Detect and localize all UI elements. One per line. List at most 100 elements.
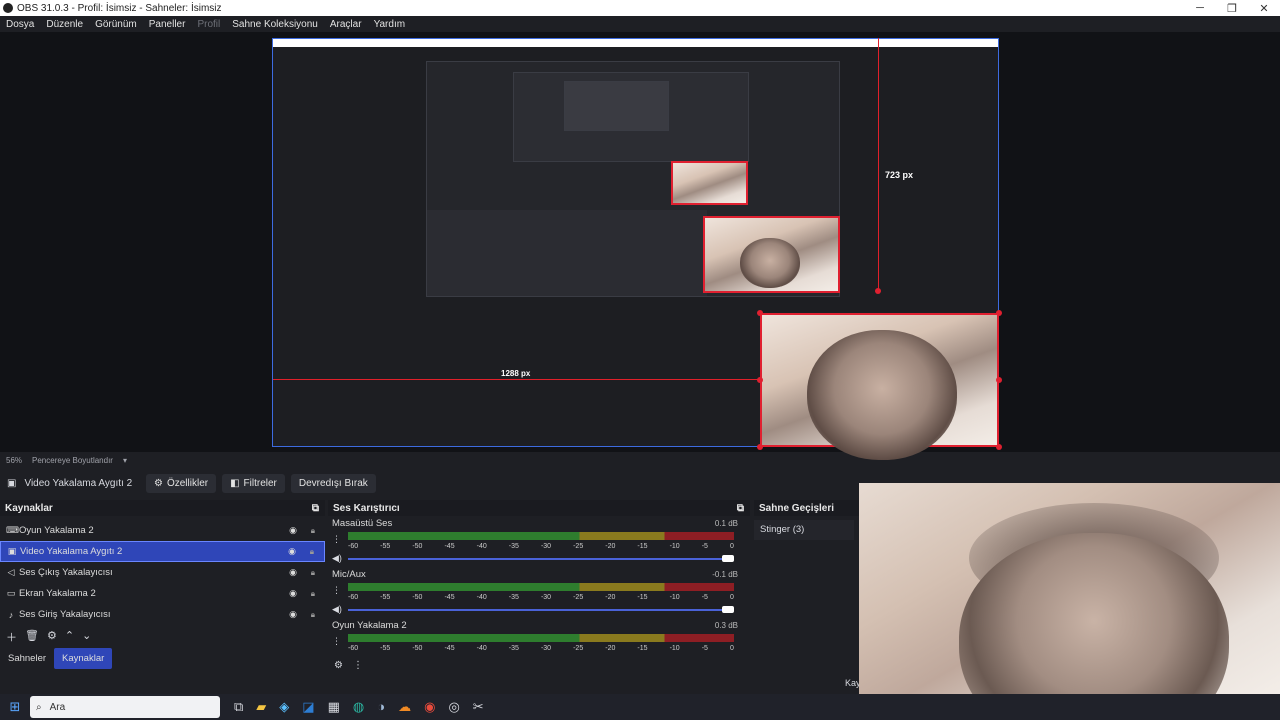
mixer-channel: Masaüstü Ses 0.1 dB ⋮ -60 -55 -50 -45 -40 -35…: [328, 516, 750, 567]
volume-meter: [348, 583, 734, 591]
snip-icon[interactable]: ✂: [473, 699, 484, 715]
deactivate-button[interactable]: Devredışı Bırak: [290, 473, 376, 493]
lock-icon[interactable]: 🔒︎: [311, 610, 315, 620]
lock-icon[interactable]: 🔒︎: [311, 568, 315, 578]
resize-handle-right[interactable]: [996, 377, 1002, 383]
chevron-down-icon[interactable]: ⌄: [82, 629, 91, 645]
scale-tick: -50: [412, 645, 423, 652]
search-placeholder: Ara: [49, 701, 66, 713]
minimize-button[interactable]: ─: [1184, 2, 1216, 15]
resize-handle-top-right[interactable]: [996, 310, 1002, 316]
resize-handle-top-left[interactable]: [757, 310, 763, 316]
slider-knob[interactable]: [722, 555, 734, 562]
obs-icon[interactable]: ◎: [448, 699, 459, 715]
gear-icon[interactable]: ⚙: [47, 629, 57, 645]
undock-icon[interactable]: ⧉: [312, 503, 319, 514]
scale-tick: -60: [348, 594, 359, 601]
source-item-selected[interactable]: ▣ Video Yakalama Aygıtı 2 ◉ 🔒︎: [0, 541, 325, 562]
more-icon[interactable]: ⋮: [332, 636, 341, 647]
trash-icon[interactable]: 🗑︎: [25, 629, 39, 645]
chevron-down-icon[interactable]: ▾: [123, 456, 127, 465]
store-icon[interactable]: ▦: [328, 699, 340, 715]
add-icon[interactable]: ＋: [6, 629, 17, 645]
menu-paneller[interactable]: Paneller: [143, 19, 192, 30]
audio-mixer-dock: Ses Karıştırıcı ⧉ Masaüstü Ses 0.1 dB ⋮ …: [328, 500, 750, 671]
maximize-button[interactable]: ❐: [1216, 2, 1248, 15]
preview-status: 56% Pencereye Boyutlandır ▾: [0, 452, 1280, 468]
volume-slider[interactable]: [348, 606, 734, 613]
tab-sources[interactable]: Kaynaklar: [54, 648, 113, 669]
eye-icon[interactable]: ◉: [289, 567, 297, 578]
deactivate-label: Devredışı Bırak: [298, 477, 368, 489]
scale-tick: -35: [508, 543, 519, 550]
folder-icon[interactable]: ▰: [256, 699, 266, 715]
filters-label: Filtreler: [243, 477, 277, 489]
speaker-icon[interactable]: ◀): [332, 604, 342, 615]
nested-docks: [427, 210, 707, 296]
more-icon[interactable]: ⋮: [332, 585, 341, 596]
lock-icon[interactable]: 🔒︎: [310, 547, 314, 557]
menu-gorunum[interactable]: Görünüm: [89, 19, 143, 30]
eye-icon[interactable]: ◉: [288, 546, 296, 557]
menu-yardim[interactable]: Yardım: [368, 19, 412, 30]
close-button[interactable]: ✕: [1248, 2, 1280, 15]
speaker-icon[interactable]: ◀): [332, 553, 342, 564]
resize-handle-top[interactable]: [875, 288, 881, 294]
properties-button[interactable]: ⚙ Özellikler: [146, 473, 217, 493]
taskbar-search[interactable]: ⌕ Ara: [30, 696, 220, 718]
more-icon[interactable]: ⋮: [353, 660, 363, 671]
menu-profil[interactable]: Profil: [191, 19, 226, 30]
eye-icon[interactable]: ◉: [289, 609, 297, 620]
zoom-mode-dropdown[interactable]: Pencereye Boyutlandır: [32, 456, 113, 465]
tab-scenes[interactable]: Sahneler: [0, 648, 54, 669]
outlook-icon[interactable]: ◪: [302, 699, 314, 715]
mic-icon: ♪: [8, 609, 14, 620]
more-icon[interactable]: ⋮: [332, 534, 341, 545]
steam-icon[interactable]: ◑: [377, 699, 385, 715]
scale-tick: -10: [669, 645, 680, 652]
chrome-icon[interactable]: ◉: [424, 699, 435, 715]
selected-camera-source[interactable]: [760, 313, 999, 460]
resize-handle-left[interactable]: [757, 377, 763, 383]
menu-dosya[interactable]: Dosya: [0, 19, 40, 30]
source-item[interactable]: ◁ Ses Çıkış Yakalayıcısı ◉ 🔒︎: [0, 562, 325, 583]
taskbar-apps: ⧉ ▰ ◈ ◪ ▦ ◍ ◑ ☁ ◉ ◎ ✂: [234, 699, 484, 715]
task-view-icon[interactable]: ⧉: [234, 699, 243, 715]
scale-tick: -5: [701, 594, 708, 601]
source-label: Ekran Yakalama 2: [19, 588, 96, 599]
nested-screen-capture-3: [564, 81, 669, 131]
undock-icon[interactable]: ⧉: [737, 503, 744, 514]
transition-item[interactable]: Stinger (3): [754, 520, 854, 540]
resize-handle-bottom-right[interactable]: [996, 444, 1002, 450]
menu-duzenle[interactable]: Düzenle: [40, 19, 89, 30]
slider-knob[interactable]: [722, 606, 734, 613]
scale-tick: -50: [412, 594, 423, 601]
lock-icon[interactable]: 🔒︎: [311, 526, 315, 536]
filters-button[interactable]: ◧ Filtreler: [222, 473, 285, 493]
volume-slider[interactable]: [348, 555, 734, 562]
lock-icon[interactable]: 🔒︎: [311, 589, 315, 599]
measure-line-v: [878, 38, 879, 291]
channel-db: 0.1 dB: [714, 519, 738, 528]
menu-araclar[interactable]: Araçlar: [324, 19, 368, 30]
menu-bar: Dosya Düzenle Görünüm Paneller Profil Sa…: [0, 16, 1280, 32]
source-item[interactable]: ♪ Ses Giriş Yakalayıcısı ◉ 🔒︎: [0, 604, 325, 625]
windows-start-icon[interactable]: ⊞: [0, 699, 30, 715]
scale-tick: -20: [605, 645, 616, 652]
chevron-up-icon[interactable]: ⌃: [65, 629, 74, 645]
gear-icon[interactable]: ⚙: [334, 660, 343, 671]
copilot-icon[interactable]: ◈: [279, 699, 289, 715]
scale-tick: -50: [412, 543, 423, 550]
source-item[interactable]: ▭ Ekran Yakalama 2 ◉ 🔒︎: [0, 583, 325, 604]
source-item[interactable]: ⌨ Oyun Yakalama 2 ◉ 🔒︎: [0, 520, 325, 541]
camera-icon: ▣: [7, 477, 17, 489]
menu-sahne-koleksiyonu[interactable]: Sahne Koleksiyonu: [226, 19, 324, 30]
taskbar: ⊞ ⌕ Ara ⧉ ▰ ◈ ◪ ▦ ◍ ◑ ☁ ◉ ◎ ✂: [0, 694, 1280, 720]
eye-icon[interactable]: ◉: [289, 588, 297, 599]
resize-handle-bottom-left[interactable]: [757, 444, 763, 450]
edge-icon[interactable]: ◍: [353, 699, 364, 715]
eye-icon[interactable]: ◉: [289, 525, 297, 536]
cloud-icon[interactable]: ☁: [398, 699, 411, 715]
dock-tabs: Sahneler Kaynaklar: [0, 648, 113, 669]
scale-tick: -15: [637, 645, 648, 652]
